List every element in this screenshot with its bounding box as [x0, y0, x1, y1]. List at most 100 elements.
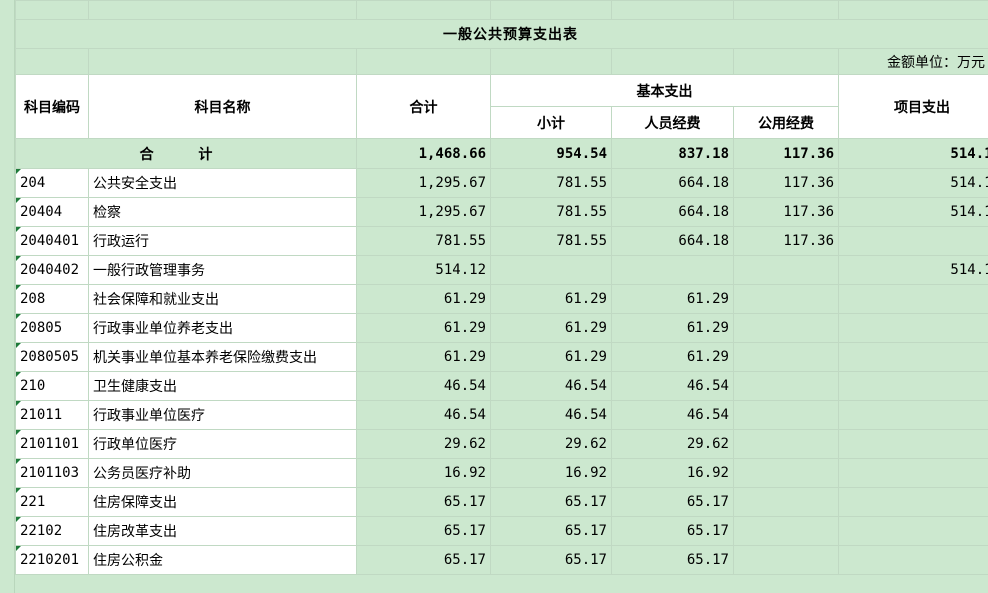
- cell-total[interactable]: 65.17: [356, 487, 491, 517]
- header-code[interactable]: 科目编码: [15, 74, 89, 139]
- cell-name[interactable]: 一般行政管理事务: [88, 255, 357, 285]
- cell-public[interactable]: [733, 516, 839, 546]
- cell-public[interactable]: [733, 284, 839, 314]
- cell-project[interactable]: [838, 284, 988, 314]
- cell-total[interactable]: 61.29: [356, 313, 491, 343]
- cell[interactable]: [88, 0, 357, 20]
- cell-subtotal[interactable]: 781.55: [490, 197, 612, 227]
- cell-code[interactable]: 2210201: [15, 545, 89, 575]
- cell-name[interactable]: 住房公积金: [88, 545, 357, 575]
- cell-personnel[interactable]: 664.18: [611, 197, 734, 227]
- total-public[interactable]: 117.36: [733, 138, 839, 169]
- cell-code[interactable]: 204: [15, 168, 89, 198]
- cell-subtotal[interactable]: 65.17: [490, 545, 612, 575]
- cell-public[interactable]: [733, 487, 839, 517]
- cell[interactable]: [611, 0, 734, 20]
- cell-total[interactable]: 46.54: [356, 371, 491, 401]
- cell[interactable]: [15, 48, 89, 75]
- cell-subtotal[interactable]: 61.29: [490, 342, 612, 372]
- cell-subtotal[interactable]: 61.29: [490, 284, 612, 314]
- header-basic[interactable]: 基本支出: [490, 74, 839, 107]
- cell-personnel[interactable]: 61.29: [611, 284, 734, 314]
- cell-subtotal[interactable]: 46.54: [490, 371, 612, 401]
- cell-code[interactable]: 2040401: [15, 226, 89, 256]
- cell[interactable]: [356, 0, 491, 20]
- cell-public[interactable]: [733, 255, 839, 285]
- cell-subtotal[interactable]: 46.54: [490, 400, 612, 430]
- cell-public[interactable]: 117.36: [733, 168, 839, 198]
- cell-project[interactable]: 514.12: [838, 197, 988, 227]
- header-public[interactable]: 公用经费: [733, 106, 839, 139]
- cell-public[interactable]: [733, 400, 839, 430]
- cell-personnel[interactable]: 664.18: [611, 168, 734, 198]
- cell-public[interactable]: [733, 371, 839, 401]
- cell-subtotal[interactable]: 16.92: [490, 458, 612, 488]
- header-subtotal[interactable]: 小计: [490, 106, 612, 139]
- cell-subtotal[interactable]: 65.17: [490, 487, 612, 517]
- header-project[interactable]: 项目支出: [838, 74, 988, 139]
- cell[interactable]: [88, 48, 357, 75]
- cell[interactable]: [733, 48, 839, 75]
- cell-personnel[interactable]: 65.17: [611, 487, 734, 517]
- cell-project[interactable]: [838, 342, 988, 372]
- cell-personnel[interactable]: [611, 255, 734, 285]
- cell-public[interactable]: 117.36: [733, 197, 839, 227]
- cell-code[interactable]: 208: [15, 284, 89, 314]
- cell-project[interactable]: [838, 429, 988, 459]
- cell-project[interactable]: [838, 313, 988, 343]
- cell-name[interactable]: 行政运行: [88, 226, 357, 256]
- cell-project[interactable]: [838, 226, 988, 256]
- cell-total[interactable]: 781.55: [356, 226, 491, 256]
- total-personnel[interactable]: 837.18: [611, 138, 734, 169]
- cell-personnel[interactable]: 61.29: [611, 313, 734, 343]
- cell-personnel[interactable]: 16.92: [611, 458, 734, 488]
- cell-name[interactable]: 检察: [88, 197, 357, 227]
- cell-personnel[interactable]: 61.29: [611, 342, 734, 372]
- cell-total[interactable]: 514.12: [356, 255, 491, 285]
- cell-code[interactable]: 2080505: [15, 342, 89, 372]
- cell-name[interactable]: 住房保障支出: [88, 487, 357, 517]
- cell-total[interactable]: 16.92: [356, 458, 491, 488]
- cell-public[interactable]: [733, 313, 839, 343]
- cell-personnel[interactable]: 46.54: [611, 400, 734, 430]
- cell-code[interactable]: 210: [15, 371, 89, 401]
- cell-code[interactable]: 22102: [15, 516, 89, 546]
- cell[interactable]: [611, 48, 734, 75]
- cell-total[interactable]: 65.17: [356, 545, 491, 575]
- cell-subtotal[interactable]: 781.55: [490, 226, 612, 256]
- cell-project[interactable]: [838, 400, 988, 430]
- cell-total[interactable]: 46.54: [356, 400, 491, 430]
- cell-total[interactable]: 65.17: [356, 516, 491, 546]
- header-name[interactable]: 科目名称: [88, 74, 357, 139]
- cell[interactable]: [15, 0, 89, 20]
- cell-total[interactable]: 1,295.67: [356, 197, 491, 227]
- cell-personnel[interactable]: 65.17: [611, 545, 734, 575]
- cell-public[interactable]: 117.36: [733, 226, 839, 256]
- header-personnel[interactable]: 人员经费: [611, 106, 734, 139]
- cell-name[interactable]: 公共安全支出: [88, 168, 357, 198]
- cell-personnel[interactable]: 46.54: [611, 371, 734, 401]
- cell-project[interactable]: [838, 545, 988, 575]
- cell-personnel[interactable]: 664.18: [611, 226, 734, 256]
- cell-code[interactable]: 20805: [15, 313, 89, 343]
- cell-subtotal[interactable]: 781.55: [490, 168, 612, 198]
- row-header-strip[interactable]: [0, 0, 15, 593]
- cell-public[interactable]: [733, 342, 839, 372]
- cell-subtotal[interactable]: 65.17: [490, 516, 612, 546]
- cell-public[interactable]: [733, 458, 839, 488]
- cell-name[interactable]: 行政单位医疗: [88, 429, 357, 459]
- unit-label[interactable]: 金额单位：万元: [838, 48, 988, 75]
- cell-project[interactable]: [838, 458, 988, 488]
- cell-project[interactable]: [838, 371, 988, 401]
- cell-code[interactable]: 2101101: [15, 429, 89, 459]
- total-label[interactable]: 合 计: [15, 138, 357, 169]
- cell-code[interactable]: 20404: [15, 197, 89, 227]
- cell-project[interactable]: 514.12: [838, 168, 988, 198]
- cell-project[interactable]: [838, 516, 988, 546]
- cell-name[interactable]: 社会保障和就业支出: [88, 284, 357, 314]
- cell[interactable]: [490, 48, 612, 75]
- cell-total[interactable]: 61.29: [356, 284, 491, 314]
- cell-code[interactable]: 2040402: [15, 255, 89, 285]
- cell-total[interactable]: 29.62: [356, 429, 491, 459]
- total-project[interactable]: 514.12: [838, 138, 988, 169]
